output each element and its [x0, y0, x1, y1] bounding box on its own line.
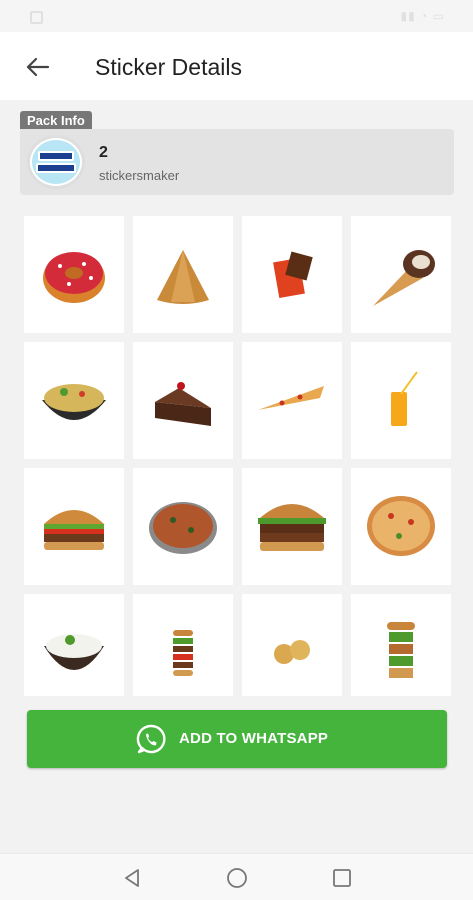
sticker-stacked-burger[interactable]	[133, 594, 233, 696]
arrow-left-icon	[26, 57, 50, 77]
nav-back-icon[interactable]	[120, 866, 144, 890]
sticker-orange-juice[interactable]	[351, 342, 451, 459]
system-nav-bar	[0, 853, 473, 900]
sticker-cake-slice[interactable]	[133, 342, 233, 459]
nav-recents-icon[interactable]	[330, 866, 354, 890]
sticker-potato-balls[interactable]	[242, 594, 342, 696]
sticker-rice-bowl[interactable]	[24, 594, 124, 696]
sticker-ice-cream-cone[interactable]	[351, 216, 451, 333]
sticker-donut[interactable]	[24, 216, 124, 333]
notification-icon	[30, 9, 52, 24]
sticker-grid	[24, 216, 452, 696]
sticker-samosa[interactable]	[133, 216, 233, 333]
page-title: Sticker Details	[95, 54, 242, 80]
sticker-partial-4[interactable]	[351, 690, 451, 696]
sticker-double-burger[interactable]	[242, 468, 342, 585]
pack-publisher: stickersmaker	[99, 168, 180, 183]
sticker-pizza-pan[interactable]	[133, 468, 233, 585]
nav-home-icon[interactable]	[225, 866, 249, 890]
sticker-pizza-slice[interactable]	[242, 342, 342, 459]
back-button[interactable]	[22, 52, 52, 82]
status-bar: ▮▮ ◔ ▭	[0, 0, 473, 32]
sticker-burger[interactable]	[24, 468, 124, 585]
sticker-chocolate-bar[interactable]	[242, 216, 342, 333]
add-to-whatsapp-button[interactable]: ADD TO WHATSAPP	[27, 710, 447, 768]
pack-tray-icon	[27, 135, 85, 189]
sticker-partial-1[interactable]	[24, 690, 124, 696]
status-icons: ▮▮ ◔ ▭	[400, 9, 445, 23]
app-bar: Sticker Details	[0, 32, 473, 100]
sticker-partial-3[interactable]	[242, 690, 342, 696]
sticker-whole-pizza[interactable]	[351, 468, 451, 585]
pack-name: 2	[99, 144, 108, 161]
whatsapp-icon	[136, 724, 166, 754]
pack-info-card: 2 stickersmaker	[20, 129, 454, 195]
sticker-tall-sandwich[interactable]	[351, 594, 451, 696]
sticker-partial-2[interactable]	[133, 690, 233, 696]
sticker-noodles-bowl[interactable]	[24, 342, 124, 459]
pack-info-label: Pack Info	[20, 111, 92, 130]
add-to-whatsapp-label: ADD TO WHATSAPP	[179, 730, 329, 747]
